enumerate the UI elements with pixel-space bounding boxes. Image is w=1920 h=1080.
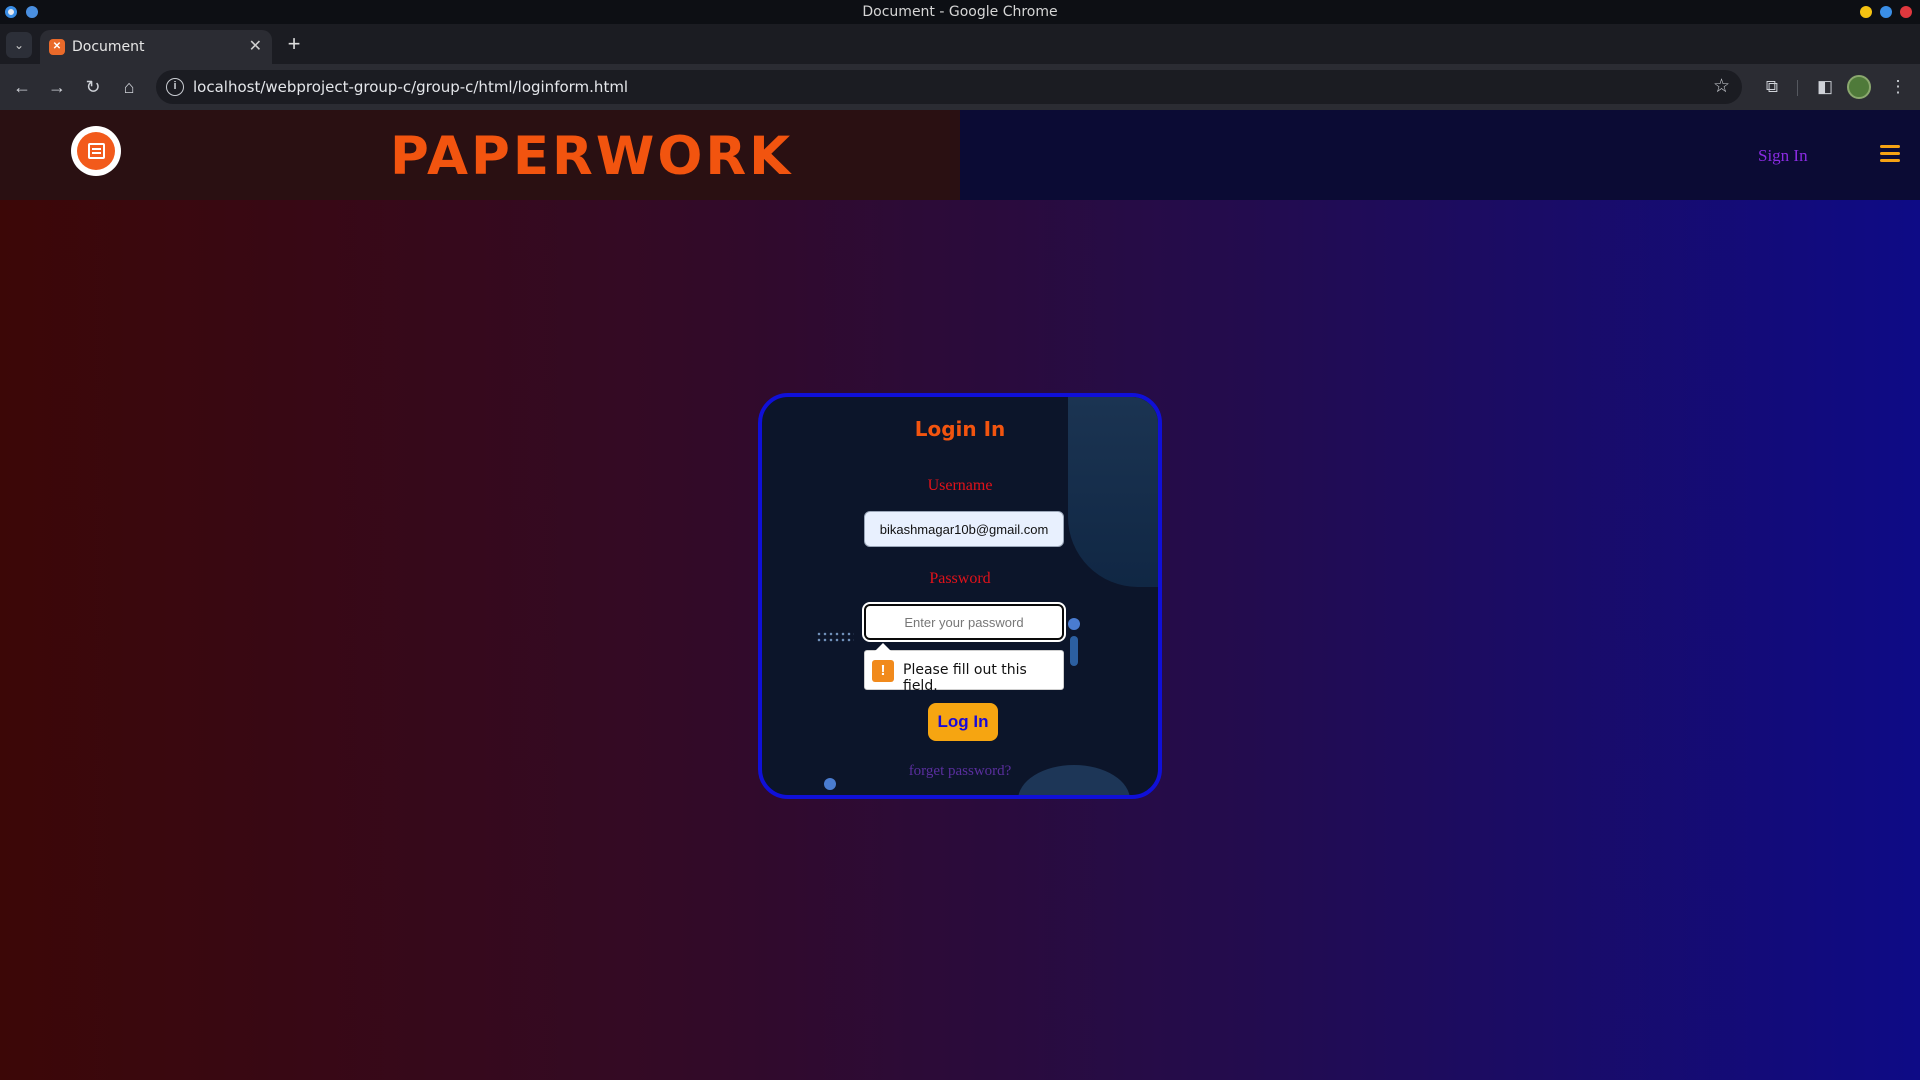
info-icon[interactable]: i xyxy=(166,78,184,96)
forget-password-link[interactable]: forget password? xyxy=(762,763,1158,780)
extensions-icon[interactable]: ⧉ xyxy=(1760,75,1784,99)
validation-tooltip: ! Please fill out this field. xyxy=(864,643,1064,694)
window-titlebar: Document - Google Chrome xyxy=(0,0,1920,24)
username-label: Username xyxy=(927,477,993,494)
side-panel-icon[interactable]: ◧ xyxy=(1813,75,1837,99)
logo-circle xyxy=(77,132,115,170)
xampp-favicon-icon: ✕ xyxy=(49,39,65,55)
close-window-button[interactable] xyxy=(1900,6,1912,18)
tab-strip: ⌄ ✕ Document ✕ + xyxy=(0,24,1920,64)
kebab-menu-icon[interactable]: ⋮ xyxy=(1886,75,1910,99)
document-icon xyxy=(88,143,105,159)
page-viewport: PAPERWORK Sign In Login In Username Pass… xyxy=(0,110,1920,1080)
reload-icon[interactable]: ↻ xyxy=(81,75,105,99)
site-logo[interactable] xyxy=(71,126,121,176)
minimize-button[interactable] xyxy=(1860,6,1872,18)
browser-toolbar: ← → ↻ ⌂ i localhost/webproject-group-c/g… xyxy=(0,64,1920,110)
login-title: Login In xyxy=(914,417,1006,441)
address-bar[interactable]: i localhost/webproject-group-c/group-c/h… xyxy=(156,70,1742,104)
brand-title: PAPERWORK xyxy=(390,126,794,187)
login-card: Login In Username Password ! Please fill… xyxy=(758,393,1162,799)
password-input[interactable] xyxy=(864,604,1064,640)
star-icon[interactable]: ☆ xyxy=(1713,75,1730,98)
back-icon[interactable]: ← xyxy=(10,75,34,99)
plus-icon[interactable]: + xyxy=(282,32,306,56)
warning-icon: ! xyxy=(872,660,894,682)
decorative-dot-grid xyxy=(816,631,854,643)
forward-icon[interactable]: → xyxy=(45,75,69,99)
toolbar-divider xyxy=(1797,80,1798,96)
home-icon[interactable]: ⌂ xyxy=(117,75,141,99)
profile-avatar[interactable] xyxy=(1847,75,1871,99)
tab-list-icon[interactable]: ⌄ xyxy=(6,32,32,58)
password-label: Password xyxy=(929,570,991,587)
username-input[interactable] xyxy=(864,511,1064,547)
tab-document[interactable]: ✕ Document ✕ xyxy=(40,30,272,64)
login-button[interactable]: Log In xyxy=(928,703,998,741)
header-left-panel: PAPERWORK xyxy=(0,110,960,200)
maximize-button[interactable] xyxy=(1880,6,1892,18)
site-header: PAPERWORK Sign In xyxy=(0,110,1920,200)
tab-title: Document xyxy=(72,39,145,55)
close-icon[interactable]: ✕ xyxy=(249,36,262,56)
validation-message: Please fill out this field. xyxy=(903,662,1027,694)
decorative-dot xyxy=(1068,618,1080,630)
sign-in-link[interactable]: Sign In xyxy=(1758,146,1808,166)
decorative-bar xyxy=(1070,636,1078,666)
url-text[interactable]: localhost/webproject-group-c/group-c/htm… xyxy=(193,78,628,96)
hamburger-menu-icon[interactable] xyxy=(1880,145,1900,163)
window-title: Document - Google Chrome xyxy=(862,4,1058,20)
